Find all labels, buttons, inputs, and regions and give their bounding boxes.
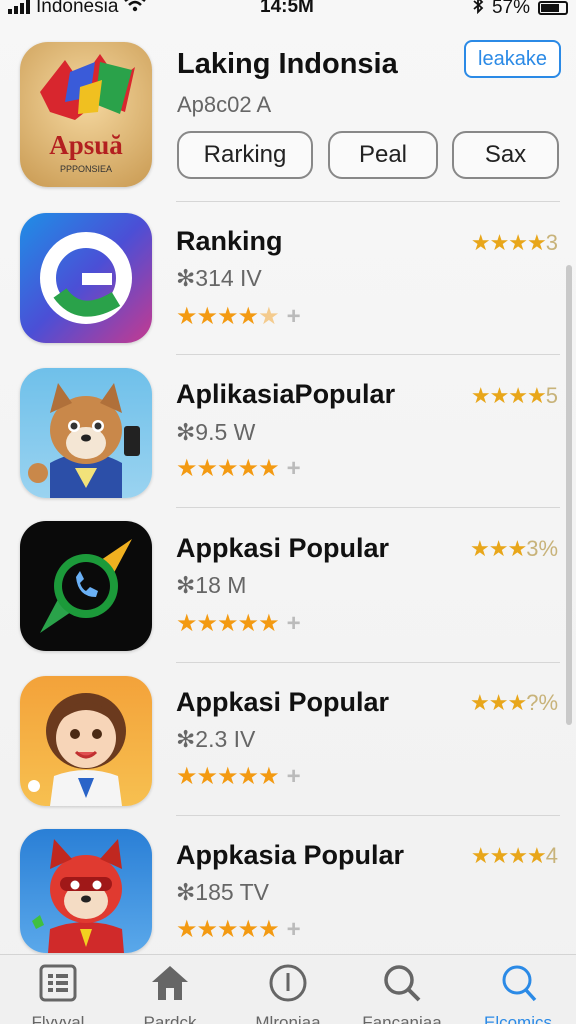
tab-flyvyal[interactable]: Flyvyal bbox=[0, 961, 116, 1024]
battery-icon bbox=[538, 1, 568, 15]
app-meta: ✻2.3 IV bbox=[176, 726, 256, 752]
tab-elcomics[interactable]: Elcomics bbox=[460, 961, 576, 1024]
divider bbox=[176, 354, 560, 355]
divider bbox=[176, 507, 560, 508]
stars-filled: ★★★★★ bbox=[176, 916, 280, 943]
app-rating-badge: ★★★★4 bbox=[471, 843, 558, 869]
rating-stars: ★★★★ bbox=[470, 843, 547, 868]
stars-filled: ★★★★ bbox=[176, 303, 259, 330]
app-star-rating: ★★★★★ + bbox=[176, 762, 301, 791]
featured-app-subtitle: Ap8c02 A bbox=[177, 92, 272, 117]
app-title[interactable]: Appkasia Popular bbox=[176, 840, 404, 871]
app-icon-compass-phone[interactable] bbox=[20, 521, 152, 651]
app-rating-badge: ★★★★5 bbox=[471, 383, 558, 409]
rating-stars: ★★★★ bbox=[470, 230, 547, 255]
status-bar: Indonesia 14:5M 57% bbox=[0, 0, 576, 22]
pill-ranking[interactable]: Rarking bbox=[177, 131, 313, 179]
rating-number: 3% bbox=[526, 536, 558, 561]
app-icon-fox-character[interactable] bbox=[20, 368, 152, 498]
wifi-icon bbox=[124, 0, 147, 18]
app-star-rating: ★★★★★ + bbox=[176, 302, 301, 331]
app-meta: ✻314 IV bbox=[176, 265, 262, 291]
signal-icon bbox=[8, 0, 30, 14]
grid-icon bbox=[0, 961, 116, 1005]
app-meta: ✻185 TV bbox=[176, 879, 270, 905]
app-icon-ranking[interactable] bbox=[20, 213, 152, 343]
scrollbar[interactable] bbox=[566, 265, 572, 725]
search-icon bbox=[344, 961, 460, 1005]
stars-filled: ★★★★★ bbox=[176, 763, 280, 790]
tab-label: Fancaniaa bbox=[362, 1013, 442, 1024]
app-rating-badge: ★★★3% bbox=[470, 536, 558, 562]
add-icon[interactable]: + bbox=[287, 455, 301, 482]
rating-number: ?% bbox=[526, 690, 558, 715]
stars-filled: ★★★★★ bbox=[176, 455, 280, 482]
rating-stars: ★★★★ bbox=[470, 383, 547, 408]
rating-number: 4 bbox=[545, 843, 558, 868]
app-rating-badge: ★★★?% bbox=[470, 690, 558, 716]
featured-app-logo-text: Apsuă bbox=[49, 130, 123, 160]
app-star-rating: ★★★★★ + bbox=[176, 915, 301, 944]
app-rating-badge: ★★★★3 bbox=[471, 230, 558, 256]
add-icon[interactable]: + bbox=[287, 303, 301, 330]
app-star-rating: ★★★★★ + bbox=[176, 454, 301, 483]
clock-time: 14:5M bbox=[260, 0, 314, 17]
star-half: ★ bbox=[258, 303, 279, 330]
app-title[interactable]: Appkasi Popular bbox=[176, 533, 389, 564]
rating-stars: ★★★ bbox=[470, 536, 527, 561]
app-store-screen: Indonesia 14:5M 57% Apsuă PPPONSIEA Laki… bbox=[0, 0, 576, 1024]
tab-fancaniaa[interactable]: Fancaniaa bbox=[344, 961, 460, 1024]
add-icon[interactable]: + bbox=[287, 916, 301, 943]
clock-icon bbox=[230, 961, 346, 1005]
tab-mlronjaa[interactable]: Mlronjaa bbox=[230, 961, 346, 1024]
add-icon[interactable]: + bbox=[287, 763, 301, 790]
home-icon bbox=[112, 961, 228, 1005]
tab-label: Mlronjaa bbox=[255, 1013, 321, 1024]
get-button[interactable]: leakake bbox=[464, 40, 561, 78]
divider bbox=[176, 662, 560, 663]
app-title[interactable]: AplikasiaPopular bbox=[176, 379, 395, 410]
featured-app-logo-subtext: PPPONSIEA bbox=[60, 164, 112, 174]
pill-sax[interactable]: Sax bbox=[452, 131, 559, 179]
stars-filled: ★★★★★ bbox=[176, 610, 280, 637]
status-left: Indonesia bbox=[8, 0, 147, 18]
app-icon-girl-character[interactable] bbox=[20, 676, 152, 806]
battery-percent: 57% bbox=[491, 0, 530, 18]
app-meta: ✻9.5 W bbox=[176, 419, 256, 445]
search-icon bbox=[460, 961, 576, 1005]
app-icon-red-fox[interactable] bbox=[20, 829, 152, 953]
app-title[interactable]: Ranking bbox=[176, 226, 283, 257]
carrier-label: Indonesia bbox=[36, 0, 119, 17]
divider bbox=[176, 815, 560, 816]
tab-label: Flyvyal bbox=[31, 1013, 85, 1024]
app-star-rating: ★★★★★ + bbox=[176, 609, 301, 638]
tab-bar: Flyvyal Pardck Mlronjaa Fancaniaa Elcomi… bbox=[0, 954, 576, 1024]
rating-number: 5 bbox=[545, 383, 558, 408]
tab-label: Elcomics bbox=[483, 1013, 552, 1024]
app-title[interactable]: Appkasi Popular bbox=[176, 687, 389, 718]
pill-peal[interactable]: Peal bbox=[328, 131, 438, 179]
tab-label: Pardck bbox=[143, 1013, 197, 1024]
bluetooth-icon bbox=[472, 0, 484, 20]
featured-app-title: Laking Indonsia bbox=[177, 48, 398, 80]
app-meta: ✻18 M bbox=[176, 572, 247, 598]
featured-app-icon[interactable]: Apsuă PPPONSIEA bbox=[20, 42, 152, 187]
add-icon[interactable]: + bbox=[287, 610, 301, 637]
divider bbox=[176, 201, 560, 202]
rating-number: 3 bbox=[545, 230, 558, 255]
rating-stars: ★★★ bbox=[470, 690, 527, 715]
status-right: 57% bbox=[472, 0, 568, 20]
tab-pardck[interactable]: Pardck bbox=[112, 961, 228, 1024]
